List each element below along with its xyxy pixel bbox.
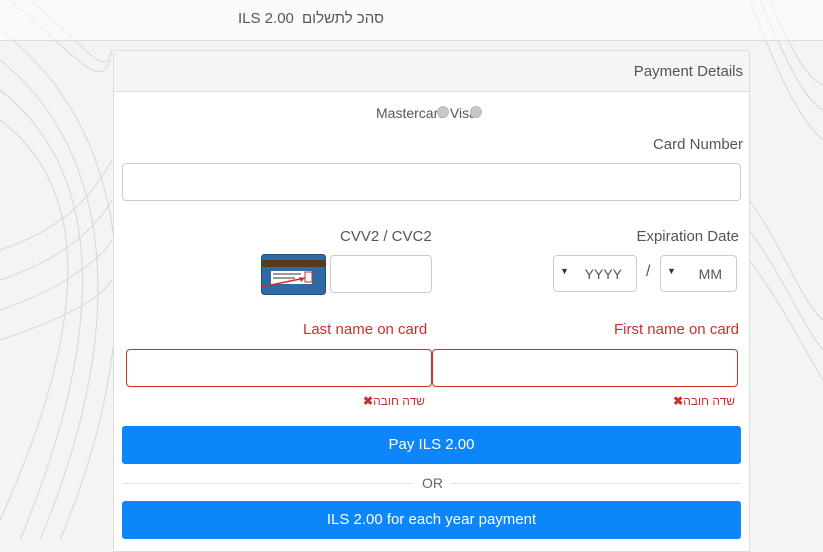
total-label: סהכ לתשלום — [302, 10, 384, 27]
divider-left — [122, 483, 412, 484]
expiration-date-label: Expiration Date — [636, 228, 739, 245]
card-number-input[interactable] — [122, 163, 741, 201]
total-amount: ILS 2.00 — [238, 10, 294, 27]
panel-header: Payment Details — [114, 51, 749, 92]
pay-button[interactable]: Pay ILS 2.00 — [122, 426, 741, 464]
expiration-month-select[interactable]: ▼ MM — [660, 255, 737, 292]
cvv-label: CVV2 / CVC2 — [340, 228, 432, 245]
last-name-input[interactable] — [126, 349, 432, 387]
chevron-down-icon: ▼ — [667, 266, 676, 276]
panel-title: Payment Details — [633, 63, 743, 80]
card-number-label: Card Number — [652, 136, 743, 153]
first-name-error: שדה חובה✖ — [672, 394, 735, 408]
order-total-bar: סהכ לתשלום ILS 2.00 — [0, 0, 823, 41]
divider-right — [450, 483, 741, 484]
last-name-error: שדה חובה✖ — [362, 394, 425, 408]
payment-details-panel: Payment Details Mastercard Visa Card Num… — [113, 50, 750, 552]
last-name-label: Last name on card — [303, 321, 428, 338]
card-type-labels: Mastercard Visa — [376, 105, 477, 121]
recurring-payment-button[interactable]: ILS 2.00 for each year payment — [122, 501, 741, 539]
month-placeholder: MM — [698, 266, 722, 282]
first-name-input[interactable] — [432, 349, 738, 387]
first-name-error-text: שדה חובה — [683, 394, 735, 408]
chevron-down-icon: ▼ — [560, 266, 569, 276]
mastercard-radio[interactable] — [437, 106, 449, 118]
error-x-icon: ✖ — [363, 394, 374, 408]
last-name-error-text: שדה חובה — [373, 394, 425, 408]
cvv-input[interactable] — [330, 255, 432, 293]
or-separator: OR — [422, 475, 443, 491]
expiration-year-select[interactable]: ▼ YYYY — [553, 255, 637, 292]
date-separator: / — [646, 263, 651, 280]
error-x-icon: ✖ — [673, 394, 684, 408]
card-back-cvv-icon — [261, 254, 326, 295]
first-name-label: First name on card — [613, 321, 739, 338]
year-placeholder: YYYY — [584, 266, 622, 282]
visa-radio[interactable] — [470, 106, 482, 118]
